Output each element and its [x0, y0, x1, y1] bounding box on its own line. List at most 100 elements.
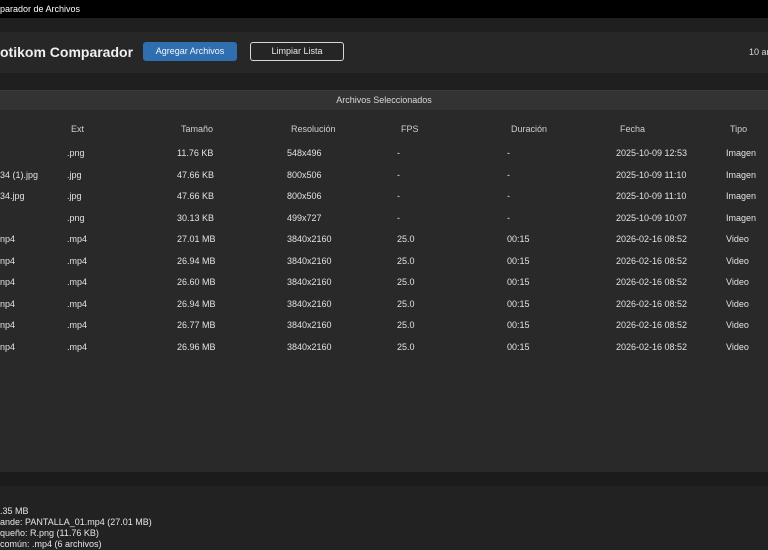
size-cell: 47.66 KB: [177, 191, 215, 201]
date-cell: 2026-02-16 08:52: [616, 298, 688, 309]
type-cell: Imagen: [726, 212, 757, 223]
fps-cell: 25.0: [397, 234, 415, 244]
ext-cell: .mp4: [67, 341, 88, 352]
fps-cell: -: [397, 169, 400, 180]
file-name-cell: np4: [0, 234, 16, 244]
column-header-fps[interactable]: FPS: [401, 124, 419, 134]
column-header-duration[interactable]: Duración: [511, 124, 547, 134]
date-cell: 2025-10-09 12:53: [616, 148, 688, 158]
duration-cell: -: [507, 148, 510, 158]
size-cell: 26.60 MB: [177, 277, 216, 287]
stat-largest-file: ande: PANTALLA_01.mp4 (27.01 MB): [0, 517, 152, 527]
table-row[interactable]: np4 .mp4 26.94 MB 3840x2160 25.0 00:15 2026-02…: [0, 251, 768, 272]
size-cell: 26.77 MB: [177, 320, 216, 330]
fps-cell: 25.0: [397, 341, 415, 352]
type-cell: Video: [726, 234, 749, 244]
resolution-cell: 3840x2160: [287, 277, 332, 287]
app-title: otikom Comparador: [0, 44, 134, 60]
resolution-cell: 800x506: [287, 169, 322, 180]
file-name-cell: np4: [0, 255, 16, 266]
duration-cell: 00:15: [507, 298, 530, 309]
fps-cell: 25.0: [397, 320, 415, 330]
panel-title: Archivos Seleccionados: [0, 90, 768, 110]
duration-cell: 00:15: [507, 255, 530, 266]
column-header-resolution[interactable]: Resolución: [291, 124, 336, 134]
fps-cell: 25.0: [397, 255, 415, 266]
ext-cell: .mp4: [67, 255, 88, 266]
duration-cell: 00:15: [507, 277, 530, 287]
file-name-cell: np4: [0, 277, 16, 287]
table-row[interactable]: 34.jpg .jpg 47.66 KB 800x506 - - 2025-10-09 11…: [0, 186, 768, 207]
stat-total-size: .35 MB: [0, 506, 29, 516]
resolution-cell: 548x496: [287, 148, 322, 158]
fps-cell: -: [397, 212, 400, 223]
fps-cell: -: [397, 148, 400, 158]
resolution-cell: 499x727: [287, 212, 322, 223]
date-cell: 2026-02-16 08:52: [616, 320, 688, 330]
type-cell: Imagen: [726, 191, 757, 201]
fps-cell: 25.0: [397, 298, 415, 309]
ext-cell: .mp4: [67, 320, 88, 330]
duration-cell: -: [507, 169, 510, 180]
duration-cell: 00:15: [507, 234, 530, 244]
type-cell: Video: [726, 320, 749, 330]
clear-list-button[interactable]: Limpiar Lista: [250, 42, 344, 61]
column-header-type[interactable]: Tipo: [730, 124, 747, 134]
size-cell: 47.66 KB: [177, 169, 215, 180]
type-cell: Imagen: [726, 169, 757, 180]
ext-cell: .jpg: [67, 191, 82, 201]
column-header-size[interactable]: Tamaño: [181, 124, 213, 134]
fps-cell: 25.0: [397, 277, 415, 287]
date-cell: 2026-02-16 08:52: [616, 277, 688, 287]
table-row[interactable]: np4 .mp4 26.94 MB 3840x2160 25.0 00:15 2026-02…: [0, 294, 768, 315]
resolution-cell: 3840x2160: [287, 234, 332, 244]
date-cell: 2025-10-09 11:10: [616, 191, 687, 201]
size-cell: 30.13 KB: [177, 212, 215, 223]
file-count: 10 ar: [749, 47, 768, 57]
stat-common-extension: común: .mp4 (6 archivos): [0, 539, 102, 549]
table-row[interactable]: .png 30.13 KB 499x727 - - 2025-10-09 10:07 Ima…: [0, 208, 768, 229]
size-cell: 26.94 MB: [177, 298, 216, 309]
table-row[interactable]: 34 (1).jpg .jpg 47.66 KB 800x506 - - 2025-10-0…: [0, 165, 768, 186]
date-cell: 2025-10-09 11:10: [616, 169, 687, 180]
resolution-cell: 3840x2160: [287, 320, 332, 330]
type-cell: Video: [726, 341, 749, 352]
table-row[interactable]: .png 11.76 KB 548x496 - - 2025-10-09 12:53 Ima…: [0, 143, 768, 164]
resolution-cell: 3840x2160: [287, 298, 332, 309]
file-name-cell: np4: [0, 320, 16, 330]
table-row[interactable]: np4 .mp4 27.01 MB 3840x2160 25.0 00:15 2026-02…: [0, 229, 768, 250]
type-cell: Imagen: [726, 148, 757, 158]
table-row[interactable]: np4 .mp4 26.60 MB 3840x2160 25.0 00:15 2026-02…: [0, 272, 768, 293]
date-cell: 2025-10-09 10:07: [616, 212, 688, 223]
resolution-cell: 3840x2160: [287, 341, 332, 352]
type-cell: Video: [726, 277, 749, 287]
add-files-button[interactable]: Agregar Archivos: [143, 42, 237, 61]
ext-cell: .mp4: [67, 298, 88, 309]
resolution-cell: 800x506: [287, 191, 322, 201]
ext-cell: .png: [67, 148, 85, 158]
column-header-date[interactable]: Fecha: [620, 124, 645, 134]
date-cell: 2026-02-16 08:52: [616, 255, 688, 266]
size-cell: 26.94 MB: [177, 255, 216, 266]
ext-cell: .mp4: [67, 234, 88, 244]
stat-smallest-file: queño: R.png (11.76 KB): [0, 528, 99, 538]
type-cell: Video: [726, 298, 749, 309]
fps-cell: -: [397, 191, 400, 201]
footer-divider: [0, 472, 768, 486]
header-bar: otikom Comparador Agregar Archivos Limpi…: [0, 32, 768, 73]
table-row[interactable]: np4 .mp4 26.96 MB 3840x2160 25.0 00:15 2026-02…: [0, 337, 768, 358]
ext-cell: .jpg: [67, 169, 82, 180]
stats-panel: .35 MB ande: PANTALLA_01.mp4 (27.01 MB) …: [0, 486, 768, 550]
type-cell: Video: [726, 255, 749, 266]
ext-cell: .png: [67, 212, 85, 223]
column-header-ext[interactable]: Ext: [71, 124, 84, 134]
duration-cell: 00:15: [507, 341, 530, 352]
resolution-cell: 3840x2160: [287, 255, 332, 266]
duration-cell: -: [507, 212, 510, 223]
size-cell: 26.96 MB: [177, 341, 216, 352]
size-cell: 11.76 KB: [177, 148, 214, 158]
date-cell: 2026-02-16 08:52: [616, 341, 688, 352]
file-name-cell: np4: [0, 341, 16, 352]
table-row[interactable]: np4 .mp4 26.77 MB 3840x2160 25.0 00:15 2026-02…: [0, 315, 768, 336]
size-cell: 27.01 MB: [177, 234, 216, 244]
